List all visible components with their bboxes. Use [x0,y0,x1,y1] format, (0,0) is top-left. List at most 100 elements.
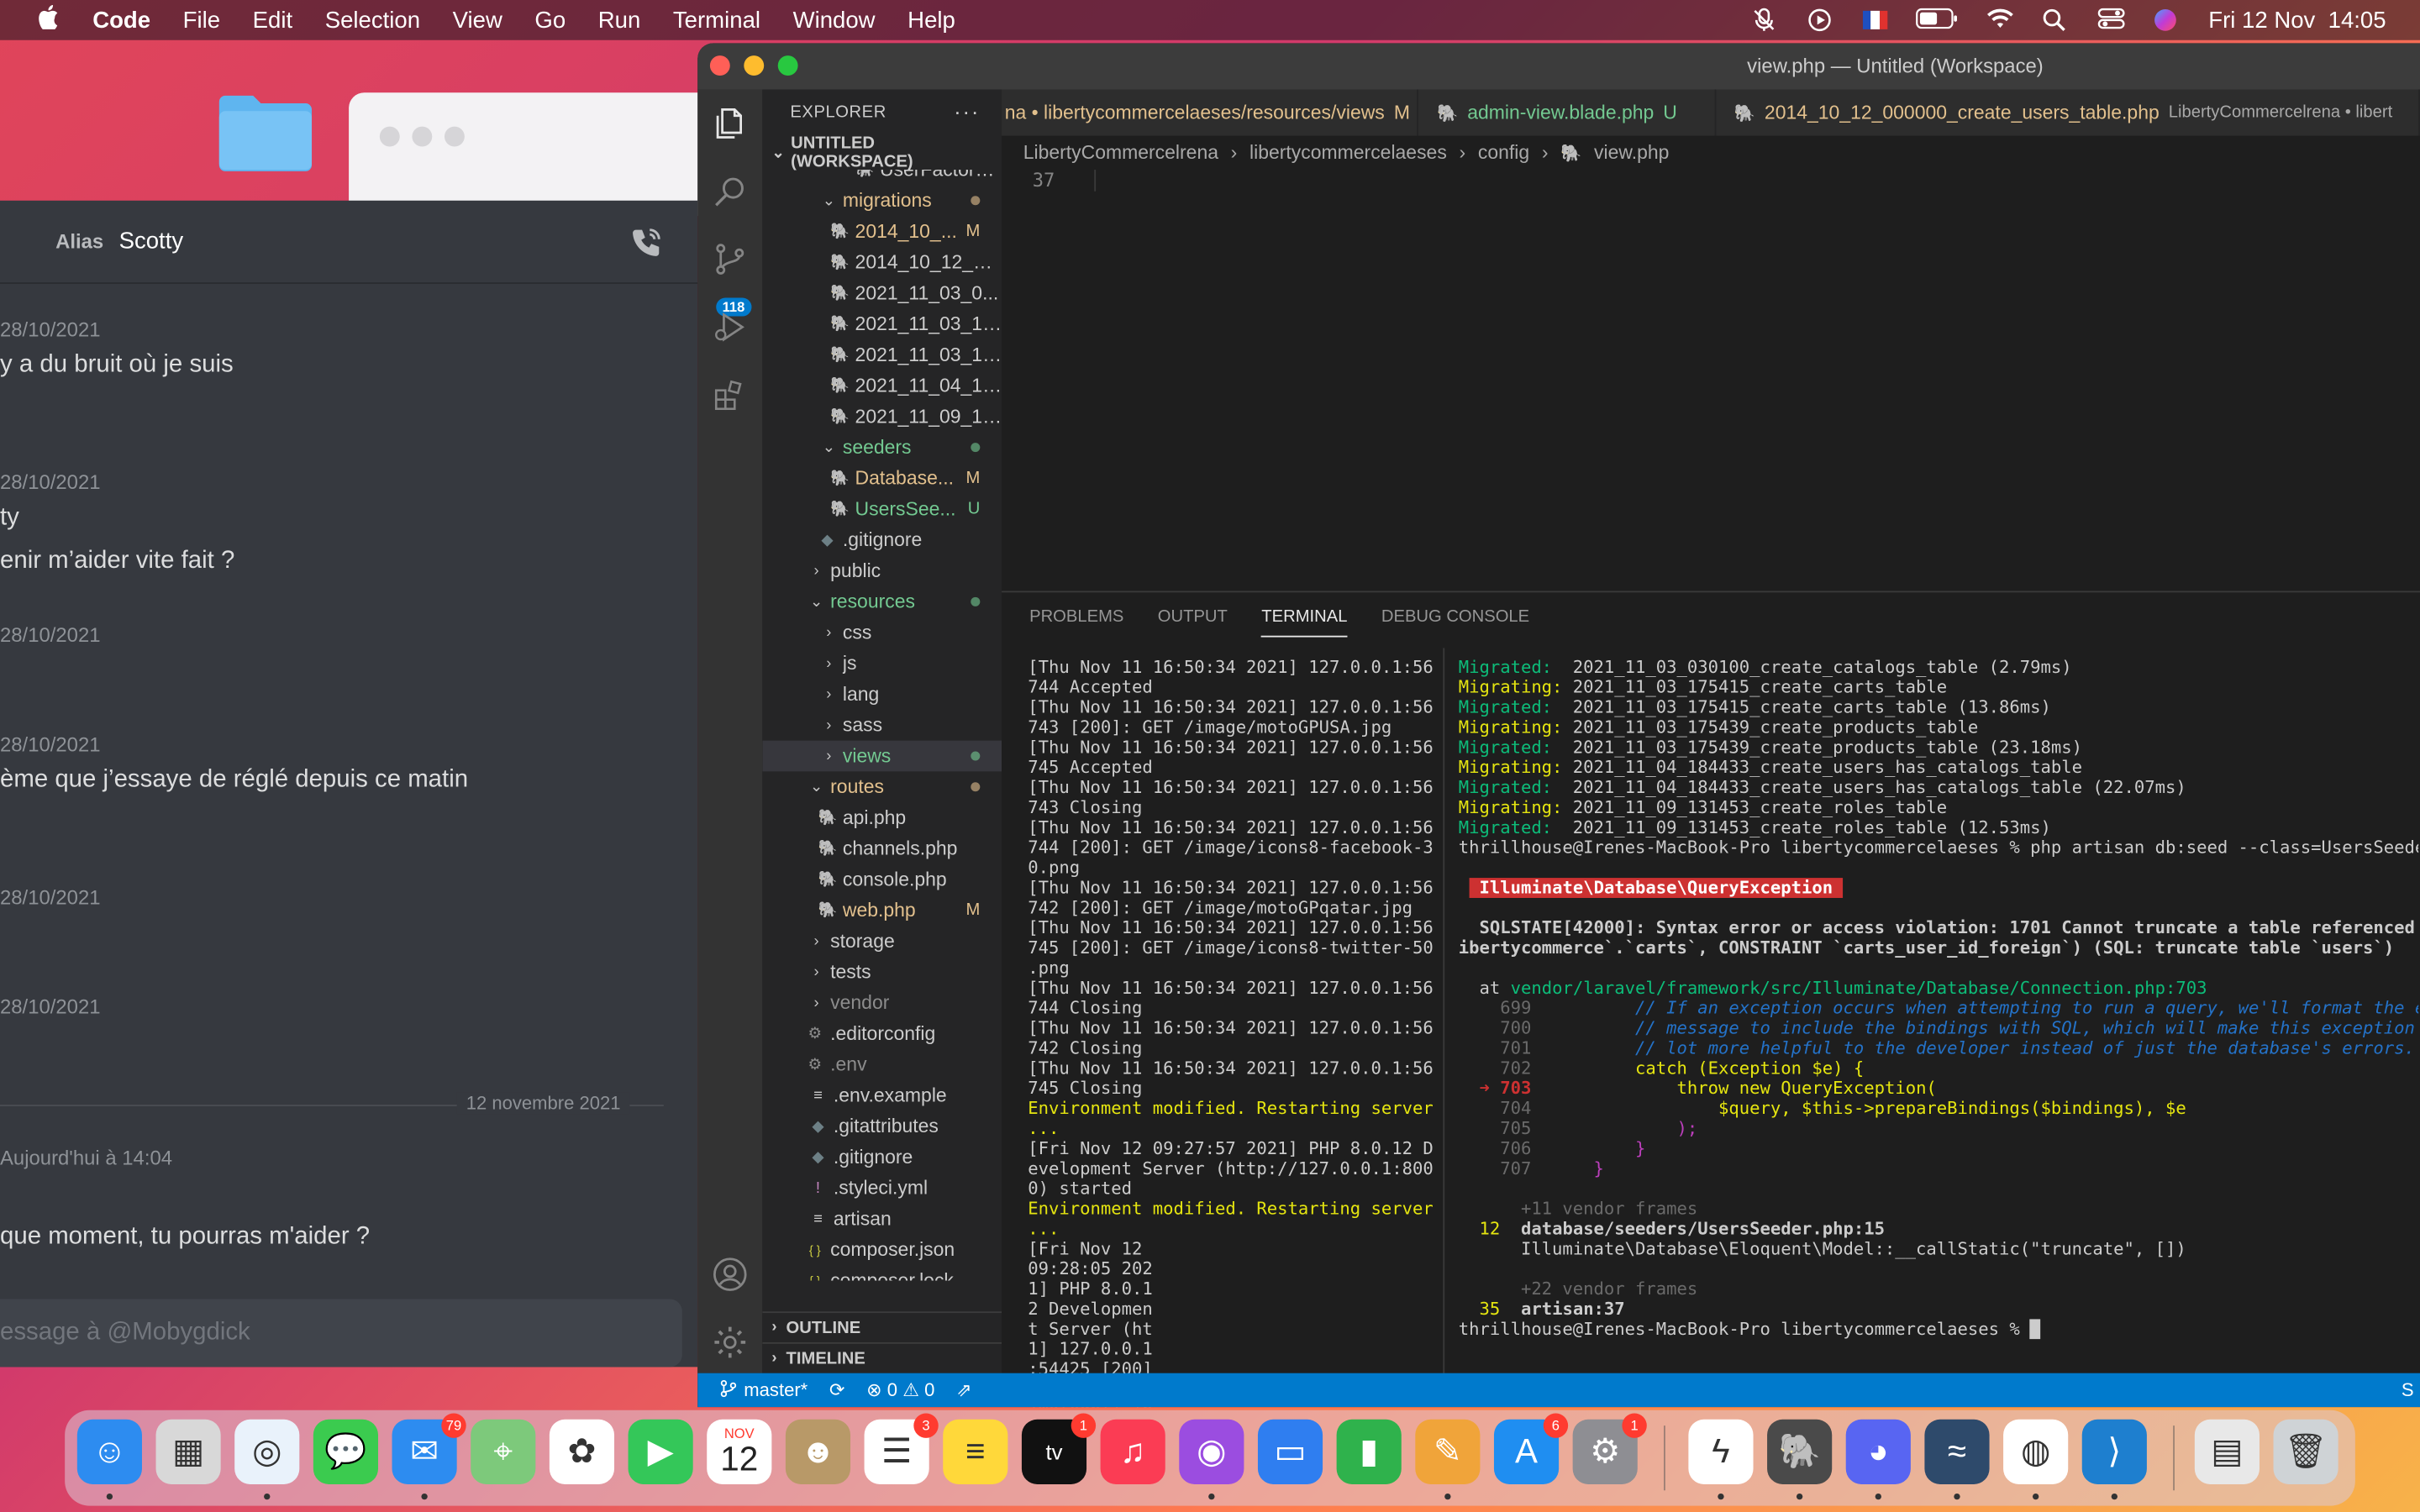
tab-output[interactable]: OUTPUT [1158,608,1228,627]
control-center-icon[interactable] [2097,8,2125,32]
notes-icon[interactable]: ≡ [943,1419,1008,1484]
file-item[interactable]: 🐘 api.php [762,802,1002,833]
file-item[interactable]: 🐘 2014_10_... M [762,216,1002,247]
finder-icon[interactable]: ☺ [76,1419,142,1484]
menu-app-name[interactable]: Code [92,7,150,33]
file-item[interactable]: ⚙ .editorconfig [762,1018,1002,1049]
microphone-muted-icon[interactable] [1752,8,1780,32]
breadcrumb-item[interactable]: libertycommercelaeses [1249,142,1447,164]
run-debug-icon[interactable] [712,308,749,345]
sync-icon[interactable]: ⟳ [829,1379,844,1401]
folder-item[interactable]: › js [762,648,1002,679]
messages-icon[interactable]: 💬 [313,1419,379,1484]
extensions-icon[interactable] [712,376,749,413]
file-item[interactable]: ◆ .gitignore [762,524,1002,555]
vscode-icon[interactable]: ⟩ [2081,1419,2147,1484]
editor-tab[interactable]: 🐘 admin-view.blade.php U [1418,89,1716,136]
messenger-icon[interactable]: ϟ [1688,1419,1754,1484]
file-item[interactable]: ◆ .gitignore [762,1142,1002,1173]
tab-problems[interactable]: PROBLEMS [1029,608,1123,627]
breadcrumb-item[interactable]: config [1478,142,1529,164]
pages-icon[interactable]: ✎ [1415,1419,1481,1484]
menu-edit[interactable]: Edit [253,7,292,33]
file-item[interactable]: 🐘 2021_11_09_13... [762,402,1002,433]
git-branch[interactable]: master* [744,1379,808,1401]
breadcrumb-item[interactable]: view.php [1594,142,1669,164]
file-item[interactable]: 🐘 2021_11_03_0... [762,278,1002,309]
terminal-split-divider[interactable] [1443,648,1445,1377]
menu-help[interactable]: Help [908,7,955,33]
explorer-icon[interactable] [712,105,749,142]
tableplus-icon[interactable]: 🐘 [1767,1419,1833,1484]
file-item[interactable]: 🐘 console.php [762,864,1002,895]
safari-icon[interactable]: ◎ [234,1419,300,1484]
maps-icon[interactable]: ⌖ [471,1419,536,1484]
file-item[interactable]: 🐘 2014_10_12_10... [762,247,1002,278]
file-item[interactable]: { } composer.json [762,1234,1002,1265]
minimize-icon[interactable] [744,55,765,76]
file-item[interactable]: 🐘 2021_11_03_17... [762,339,1002,370]
file-item[interactable]: 🐘 UsersSee... U [762,494,1002,525]
editor-tab[interactable]: na • libertycommercelaeses/resources/vie… [1002,89,1418,136]
appstore-icon[interactable]: A6 [1493,1413,1569,1484]
numbers-icon[interactable]: ▮ [1336,1419,1402,1484]
appletv-icon[interactable]: tv 1 [1021,1413,1097,1484]
battery-icon[interactable] [1915,8,1958,32]
search-icon[interactable] [2042,8,2070,32]
play-icon[interactable] [1807,8,1835,32]
folder-item[interactable]: › views [762,740,1002,772]
more-actions-icon[interactable]: ··· [954,99,980,123]
close-icon[interactable] [379,126,400,147]
terminal-pane-left[interactable]: [Thu Nov 11 16:50:34 2021] 127.0.0.1:56 7… [1028,657,1441,1407]
search-icon[interactable] [712,173,749,210]
chrome-icon[interactable]: ◍ [2003,1419,2069,1484]
menu-file[interactable]: File [183,7,220,33]
folder-item[interactable]: › sass [762,710,1002,741]
photos-icon[interactable]: ✿ [549,1419,615,1484]
maximize-icon[interactable] [444,126,465,147]
file-item[interactable]: ≡ artisan [762,1204,1002,1235]
message-input[interactable]: essage à @Mobygdick [0,1299,682,1368]
file-item[interactable]: ⚙ .env [762,1049,1002,1080]
reminders-icon[interactable]: ☰ 3 [864,1413,939,1484]
minimize-icon[interactable] [412,126,433,147]
file-item[interactable]: 🐘 Database... M [762,463,1002,494]
workspace-header[interactable]: ⌄ UNTITLED (WORKSPACE) [762,134,1002,171]
keynote-icon[interactable]: ▭ [1257,1419,1323,1484]
french-flag-icon[interactable] [1862,10,1888,29]
folder-item[interactable]: › css [762,617,1002,648]
calendar-icon[interactable]: NOV 12 [707,1419,772,1484]
folder-item[interactable]: › vendor [762,988,1002,1019]
maximize-icon[interactable] [777,55,798,76]
settings-icon[interactable]: ⚙ 1 [1572,1413,1647,1484]
contacts-icon[interactable]: ☻ [785,1419,851,1484]
mail-icon[interactable]: ✉ 79 [392,1413,466,1484]
tab-debug-console[interactable]: DEBUG CONSOLE [1381,608,1529,627]
tab-terminal[interactable]: TERMINAL [1261,607,1348,637]
folder-item[interactable]: ⌄ resources [762,586,1002,617]
podcasts-icon[interactable]: ◉ [1179,1419,1244,1484]
mysqlworkbench-icon[interactable]: ≈ [1924,1419,1990,1484]
discord-icon[interactable]: ◕ [1845,1419,1911,1484]
preview-icon[interactable]: ▤ [2194,1419,2260,1484]
outline-section[interactable]: › OUTLINE [762,1311,1002,1342]
facetime-icon[interactable]: ▶ [628,1419,693,1484]
folder-item[interactable]: › tests [762,957,1002,988]
file-item[interactable]: 🐘 web.php M [762,895,1002,926]
phone-call-icon[interactable] [629,225,663,259]
live-share-icon[interactable]: ⇗ [956,1379,971,1401]
settings-gear-icon[interactable] [712,1324,749,1361]
editor-tab[interactable]: 🐘 2014_10_12_000000_create_users_table.p… [1715,89,2420,136]
file-item[interactable]: 🐘 channels.php [762,833,1002,864]
file-item[interactable]: ◆ .gitattributes [762,1110,1002,1142]
problems-indicator[interactable]: ⊗ 0 ⚠ 0 [866,1379,934,1401]
folder-item[interactable]: ⌄ seeders [762,432,1002,463]
menu-window[interactable]: Window [793,7,876,33]
file-item[interactable]: 🐘 2021_11_04_18... [762,370,1002,402]
folder-item[interactable]: › lang [762,679,1002,710]
file-item[interactable]: 🐘 2021_11_03_17... [762,308,1002,339]
siri-icon[interactable] [2153,8,2181,32]
file-item[interactable]: 🐘 UserFactory.php [762,170,1002,185]
timeline-section[interactable]: › TIMELINE [762,1341,1002,1373]
file-item[interactable]: ! .styleci.yml [762,1173,1002,1204]
